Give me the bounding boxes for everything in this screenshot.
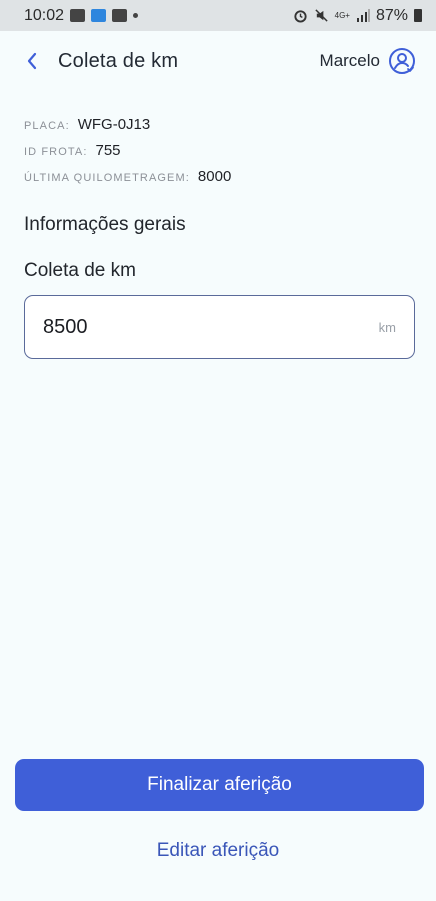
- plate-row: PLACA: WFG-0J13: [24, 116, 231, 142]
- user-name: Marcelo: [319, 51, 380, 70]
- status-time: 10:02: [24, 6, 65, 24]
- user-menu[interactable]: Marcelo: [320, 47, 416, 75]
- status-bar: 10:02 4G+ 87%: [0, 0, 436, 31]
- status-bar-left: 10:02: [24, 6, 139, 25]
- section-title: Informações gerais: [24, 214, 186, 235]
- battery-percent: 87%: [375, 6, 408, 24]
- chevron-left-icon: [27, 52, 37, 70]
- km-input-container: km: [24, 295, 415, 359]
- last-km-label: ÚLTIMA QUILOMETRAGEM:: [24, 172, 190, 184]
- km-unit-suffix: km: [378, 319, 396, 335]
- game-notification-icon: [112, 9, 128, 22]
- user-circle-icon: [389, 48, 415, 74]
- last-km-value: 8000: [197, 168, 232, 185]
- app-notification-icon: [91, 9, 107, 22]
- app-header: Coleta de km Marcelo: [0, 31, 436, 91]
- edit-measurement-link[interactable]: Editar aferição: [0, 840, 436, 862]
- network-type: 4G+: [334, 10, 350, 20]
- fleet-id-label: ID FROTA:: [24, 146, 88, 158]
- signal-icon: [356, 9, 370, 22]
- plate-value: WFG-0J13: [77, 116, 151, 133]
- alarm-icon: [294, 10, 307, 23]
- fleet-id-value: 755: [95, 142, 121, 159]
- back-button[interactable]: [18, 41, 46, 81]
- finish-measurement-button[interactable]: Finalizar aferição: [15, 759, 424, 811]
- status-bar-right: 4G+ 87%: [293, 7, 422, 25]
- km-input[interactable]: [41, 314, 379, 340]
- gallery-notification-icon: [70, 9, 86, 22]
- plate-label: PLACA:: [24, 120, 70, 132]
- vehicle-info: PLACA: WFG-0J13 ID FROTA: 755 ÚLTIMA QUI…: [24, 116, 231, 194]
- last-km-row: ÚLTIMA QUILOMETRAGEM: 8000: [24, 168, 231, 194]
- fleet-id-row: ID FROTA: 755: [24, 142, 231, 168]
- km-field-label: Coleta de km: [24, 260, 136, 281]
- more-notifications-icon: [133, 13, 139, 18]
- battery-icon: [414, 9, 422, 22]
- mute-icon: [314, 9, 328, 22]
- page-title: Coleta de km: [58, 49, 179, 72]
